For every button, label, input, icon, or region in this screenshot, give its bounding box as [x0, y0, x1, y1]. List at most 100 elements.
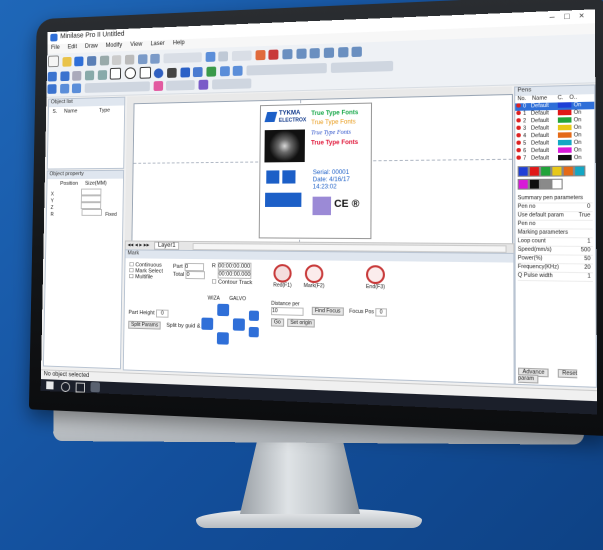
zoom-select-icon[interactable]: [337, 47, 349, 58]
part-input[interactable]: 0: [184, 262, 204, 272]
close-icon[interactable]: ×: [579, 11, 584, 21]
go-button[interactable]: Go: [270, 318, 284, 327]
zoom-icon[interactable]: [282, 48, 293, 60]
zoom-out-icon[interactable]: [309, 48, 321, 59]
pen-prop-row[interactable]: Summary pen parameters: [517, 194, 593, 204]
copy-icon[interactable]: [112, 55, 122, 66]
tools-icon[interactable]: [255, 49, 266, 61]
contour-track-checkbox[interactable]: ☐ Contour Track: [212, 279, 253, 286]
text-icon[interactable]: [167, 67, 177, 78]
save-icon[interactable]: [74, 56, 84, 67]
group-icon[interactable]: [198, 79, 209, 90]
rectangle-icon[interactable]: [110, 67, 122, 80]
spiral-icon[interactable]: [154, 68, 164, 79]
split-params-button[interactable]: Split Params: [128, 320, 162, 330]
node-edit-icon[interactable]: [59, 71, 70, 82]
palette-swatch[interactable]: [540, 178, 552, 190]
pen-prop-row[interactable]: Pen no 0: [517, 203, 593, 213]
palette-swatch[interactable]: [539, 165, 552, 177]
fixed-label[interactable]: Fixed: [105, 212, 117, 218]
palette-swatch[interactable]: [573, 165, 586, 177]
mirror-icon[interactable]: [59, 83, 70, 94]
zoom-in-icon[interactable]: [296, 48, 307, 59]
pen-row[interactable]: 7 Default On: [515, 155, 594, 163]
align-icon[interactable]: [218, 51, 229, 62]
menu-draw[interactable]: Draw: [85, 43, 98, 49]
image-icon[interactable]: [193, 66, 204, 78]
jog-left-icon[interactable]: [201, 317, 214, 330]
pan-icon[interactable]: [351, 46, 363, 58]
set-origin-button[interactable]: Set origin: [287, 318, 316, 328]
palette-swatch[interactable]: [562, 165, 575, 177]
jog-right-icon[interactable]: [232, 318, 245, 331]
palette-swatch[interactable]: [551, 165, 563, 177]
grid-snap-icon[interactable]: [163, 52, 202, 64]
red-button[interactable]: Red(F1): [271, 263, 293, 289]
laser-icon[interactable]: [268, 49, 279, 60]
total-input[interactable]: 0: [185, 270, 206, 280]
label-design[interactable]: TYKMA ELECTROX True Type Fonts True Type…: [258, 102, 373, 240]
z-input[interactable]: [80, 202, 102, 210]
jog-down-icon[interactable]: [216, 332, 229, 345]
line-icon[interactable]: [84, 70, 95, 81]
rotate-icon[interactable]: [72, 83, 82, 94]
z-up-icon[interactable]: [248, 310, 260, 321]
minimize-icon[interactable]: –: [550, 12, 555, 22]
transform-icon[interactable]: [47, 84, 57, 94]
timer-icon[interactable]: [219, 66, 230, 77]
vector-file-icon[interactable]: [206, 66, 217, 77]
windows-start-icon[interactable]: [46, 381, 54, 390]
zoom-fit-icon[interactable]: [323, 47, 335, 59]
menu-laser[interactable]: Laser: [150, 41, 164, 47]
select-arrow-icon[interactable]: [47, 71, 57, 82]
maximize-icon[interactable]: □: [564, 11, 570, 21]
col-serial[interactable]: S.: [52, 109, 57, 115]
curve-icon[interactable]: [97, 70, 107, 81]
point-icon[interactable]: [72, 70, 82, 81]
new-file-icon[interactable]: [47, 55, 59, 68]
find-focus-button[interactable]: Find Focus: [311, 306, 344, 316]
barcode-icon[interactable]: [180, 67, 190, 78]
hatch-icon[interactable]: [153, 80, 163, 92]
task-view-icon[interactable]: [75, 382, 86, 393]
search-icon[interactable]: [60, 381, 71, 393]
layer-tab[interactable]: Layer1: [154, 241, 180, 250]
menu-edit[interactable]: Edit: [68, 44, 78, 50]
layer-nav-icon[interactable]: ◂◂ ◂ ▸ ▸▸: [128, 242, 150, 248]
menu-help[interactable]: Help: [173, 40, 185, 46]
r-input[interactable]: [81, 209, 102, 216]
z-down-icon[interactable]: [248, 326, 259, 338]
print-icon[interactable]: [86, 56, 97, 66]
y-input[interactable]: [81, 195, 102, 203]
jog-up-icon[interactable]: [217, 303, 230, 317]
palette-swatch[interactable]: [551, 178, 563, 190]
col-type[interactable]: Type: [99, 108, 110, 114]
part-height-input[interactable]: 0: [156, 309, 169, 318]
palette-swatch[interactable]: [528, 178, 541, 190]
menu-view[interactable]: View: [130, 42, 142, 48]
palette-swatch[interactable]: [528, 165, 541, 177]
circle-icon[interactable]: [124, 67, 137, 80]
undo-icon[interactable]: [137, 54, 148, 65]
menu-modify[interactable]: Modify: [106, 43, 122, 49]
cut-icon[interactable]: [99, 55, 109, 66]
palette-swatch[interactable]: [517, 178, 529, 190]
polygon-icon[interactable]: [139, 66, 151, 79]
drawing-canvas[interactable]: TYKMA ELECTROX True Type Fonts True Type…: [131, 93, 514, 246]
measure-icon[interactable]: [205, 51, 216, 62]
menu-file[interactable]: File: [51, 45, 60, 51]
pen-prop-row[interactable]: Use default param True: [517, 212, 593, 221]
paste-icon[interactable]: [124, 54, 135, 65]
redo-icon[interactable]: [150, 53, 161, 64]
app-taskbar-icon[interactable]: [90, 382, 100, 393]
io-icon[interactable]: [233, 65, 244, 76]
pen-prop-row[interactable]: Pen no: [517, 220, 593, 230]
palette-swatch[interactable]: [517, 166, 529, 177]
open-folder-icon[interactable]: [62, 56, 72, 67]
pen-prop-row[interactable]: Q Pulse width 1: [517, 272, 593, 283]
end-button[interactable]: End(F3): [364, 265, 387, 290]
col-name[interactable]: Name: [64, 108, 77, 114]
mark-button[interactable]: Mark(F2): [302, 264, 327, 289]
focus-pos-input[interactable]: 0: [375, 308, 387, 317]
distance-input[interactable]: 10: [271, 306, 304, 316]
